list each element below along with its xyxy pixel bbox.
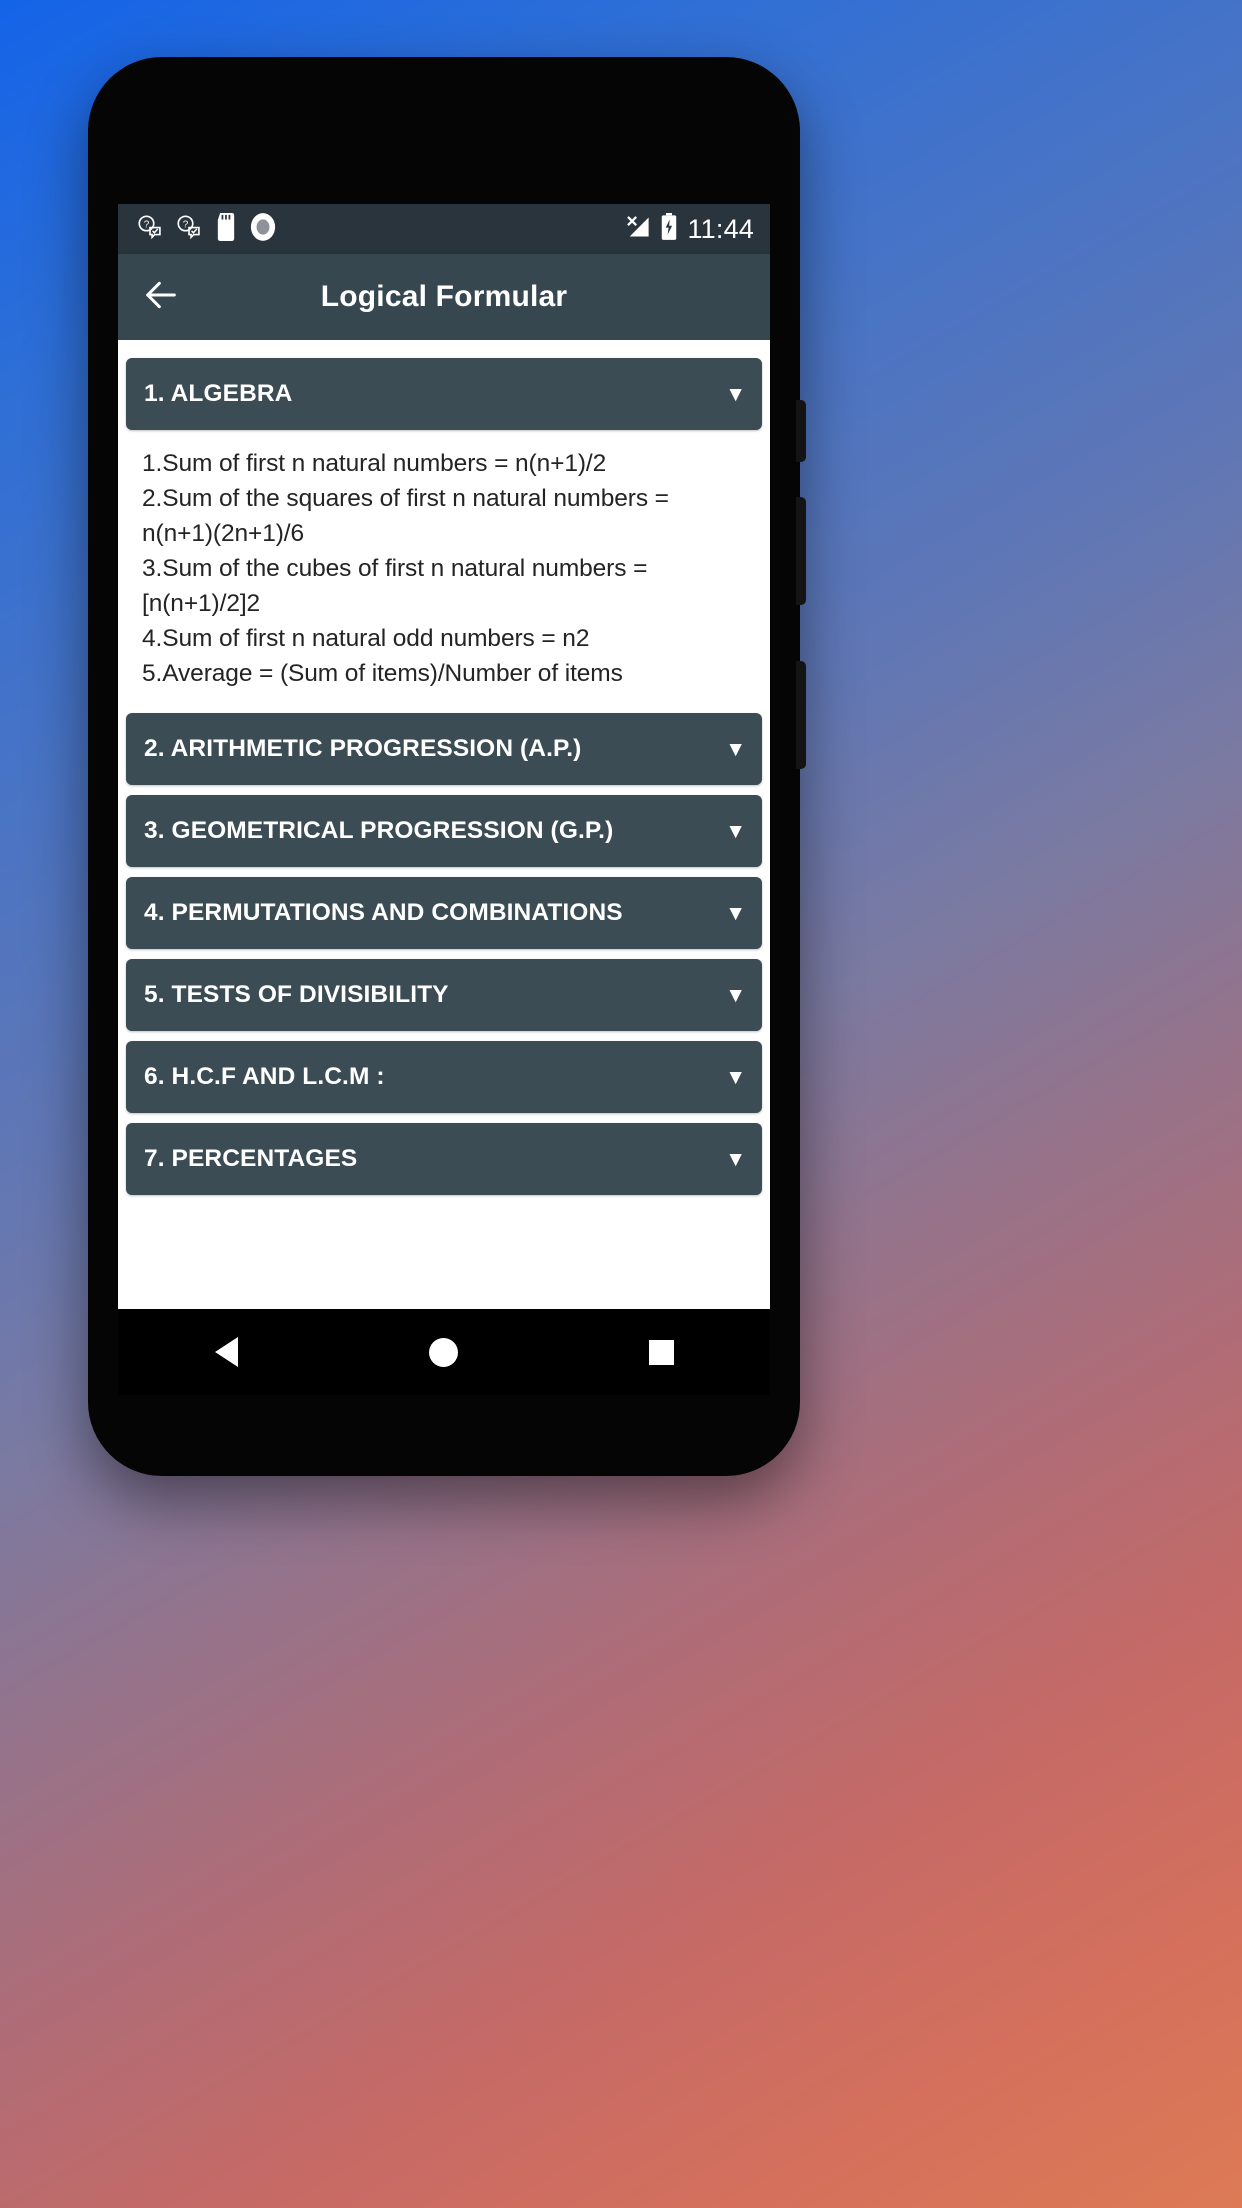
section-title: 1. ALGEBRA [144,380,293,407]
section-title: 2. ARITHMETIC PROGRESSION (A.P.) [144,735,582,762]
app-bar: Logical Formular [118,254,770,340]
section-body-text: 1.Sum of first n natural numbers = n(n+1… [142,450,669,687]
circle-home-icon [429,1337,459,1367]
phone-screen: ? ? 11:44 Logical Formular 1. ALGEBRA ▼ … [118,204,770,1309]
message-check-icon-1: ? [136,213,164,246]
chevron-down-icon: ▼ [725,1147,746,1171]
status-bar: ? ? 11:44 [118,204,770,254]
accordion-item-tests-of-divisibility: 5. TESTS OF DIVISIBILITY ▼ [118,959,770,1031]
section-header-4[interactable]: 4. PERMUTATIONS AND COMBINATIONS ▼ [126,877,762,949]
nav-recents-button[interactable] [626,1322,696,1382]
section-title: 6. H.C.F AND L.C.M : [144,1063,385,1090]
section-header-5[interactable]: 5. TESTS OF DIVISIBILITY ▼ [126,959,762,1031]
page-title: Logical Formular [320,280,568,313]
section-title: 5. TESTS OF DIVISIBILITY [144,981,449,1008]
chevron-down-icon: ▼ [725,983,746,1007]
sd-card-icon [214,212,238,246]
android-navigation-bar [118,1309,770,1395]
svg-text:?: ? [183,219,189,230]
section-title: 4. PERMUTATIONS AND COMBINATIONS [144,899,623,926]
accordion-item-permutations-combinations: 4. PERMUTATIONS AND COMBINATIONS ▼ [118,877,770,949]
section-header-6[interactable]: 6. H.C.F AND L.C.M : ▼ [126,1041,762,1113]
chevron-down-icon: ▼ [725,819,746,843]
section-title: 7. PERCENTAGES [144,1145,358,1172]
section-header-3[interactable]: 3. GEOMETRICAL PROGRESSION (G.P.) ▼ [126,795,762,867]
status-bar-clock: 11:44 [687,213,754,244]
nav-home-button[interactable] [409,1322,479,1382]
accordion-item-arithmetic-progression: 2. ARITHMETIC PROGRESSION (A.P.) ▼ [118,713,770,785]
section-header-1[interactable]: 1. ALGEBRA ▼ [126,358,762,430]
section-title: 3. GEOMETRICAL PROGRESSION (G.P.) [144,817,614,844]
triangle-back-icon [215,1337,239,1367]
accordion-item-hcf-lcm: 6. H.C.F AND L.C.M : ▼ [118,1041,770,1113]
svg-text:?: ? [144,219,150,230]
phone-side-button-middle [796,497,806,605]
accordion-list[interactable]: 1. ALGEBRA ▼ 1.Sum of first n natural nu… [118,340,770,1309]
nav-back-button[interactable] [192,1322,262,1382]
chevron-down-icon: ▼ [725,1065,746,1089]
section-header-2[interactable]: 2. ARITHMETIC PROGRESSION (A.P.) ▼ [126,713,762,785]
phone-frame: ? ? 11:44 Logical Formular 1. ALGEBRA ▼ … [88,57,806,1476]
chevron-down-icon: ▼ [725,737,746,761]
phone-side-button-top [796,400,806,462]
record-circle-icon [249,212,277,247]
battery-charging-icon [660,212,678,246]
accordion-item-percentages: 7. PERCENTAGES ▼ [118,1123,770,1195]
phone-side-button-bottom [796,661,806,769]
accordion-item-algebra: 1. ALGEBRA ▼ 1.Sum of first n natural nu… [118,358,770,703]
scrollbar[interactable] [765,340,769,640]
section-header-7[interactable]: 7. PERCENTAGES ▼ [126,1123,762,1195]
chevron-down-icon: ▼ [725,901,746,925]
status-bar-right-icons: 11:44 [625,212,754,246]
square-recents-icon [648,1339,674,1365]
back-button[interactable] [130,266,192,328]
arrow-left-icon [141,275,181,320]
status-bar-left-icons: ? ? [136,212,277,247]
chevron-down-icon: ▼ [725,382,746,406]
message-check-icon-2: ? [175,213,203,246]
signal-no-service-icon [625,214,651,245]
section-body-1: 1.Sum of first n natural numbers = n(n+1… [126,440,762,703]
accordion-item-geometrical-progression: 3. GEOMETRICAL PROGRESSION (G.P.) ▼ [118,795,770,867]
